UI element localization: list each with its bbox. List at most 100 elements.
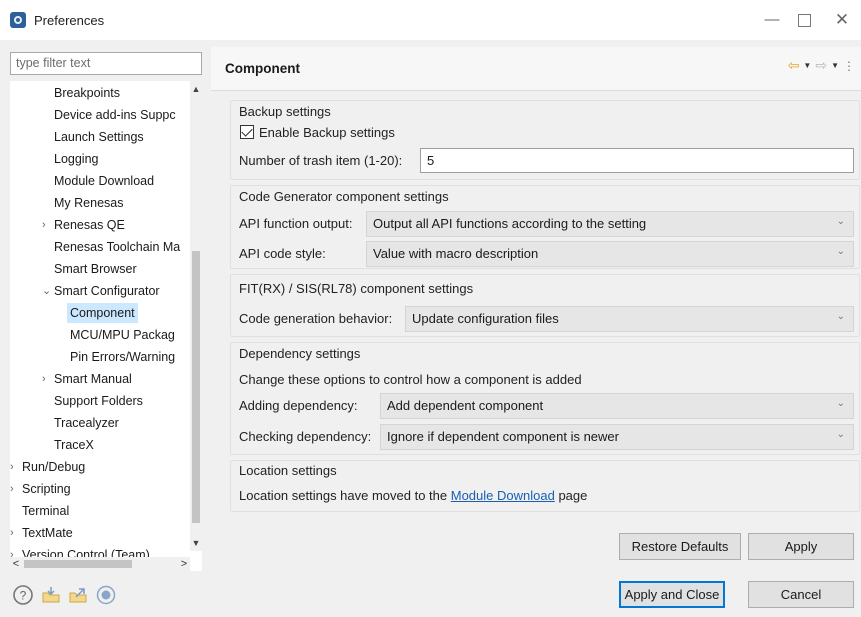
tree-item-label: Renesas QE (54, 218, 125, 232)
tree-item-label: Smart Configurator (54, 284, 160, 298)
svg-text:?: ? (20, 589, 27, 603)
close-button[interactable]: ✕ (834, 11, 850, 28)
trash-item-input[interactable]: 5 (420, 148, 854, 173)
tree-item-my-renesas[interactable]: My Renesas (54, 193, 123, 213)
checking-dependency-label: Checking dependency: (239, 429, 372, 444)
scroll-left-icon[interactable]: < (10, 557, 22, 571)
chevron-down-icon: ⌄ (836, 311, 845, 322)
tree-item-label: TextMate (22, 526, 73, 540)
preferences-navigation-panel: type filter text Breakpoints Device add-… (10, 52, 202, 578)
back-arrow-icon[interactable]: ⇦ (788, 57, 800, 74)
chevron-down-icon: ⌄ (836, 429, 845, 440)
filter-input[interactable]: type filter text (10, 52, 202, 75)
tree-item-mcu-mpu-package[interactable]: MCU/MPU Packag (70, 325, 175, 345)
adding-dependency-value: Add dependent component (387, 398, 544, 413)
tree-item-run-debug[interactable]: › Run/Debug (10, 457, 85, 477)
navigation-controls: ⇦ ▼ ⇨ ▼ ⋮ (788, 57, 855, 74)
tree-item-logging[interactable]: Logging (54, 149, 99, 169)
enable-backup-label[interactable]: Enable Backup settings (259, 125, 395, 140)
checking-dependency-select[interactable]: Ignore if dependent component is newer ⌄ (380, 424, 854, 450)
tree-item-device-add-ins[interactable]: Device add-ins Suppc (54, 105, 176, 125)
code-generator-title: Code Generator component settings (239, 189, 449, 204)
codegen-behavior-value: Update configuration files (412, 311, 559, 326)
tree-horizontal-scrollbar[interactable]: < > (10, 557, 190, 571)
chevron-down-icon: ⌄ (836, 216, 845, 227)
scroll-down-icon[interactable]: ▼ (190, 537, 202, 549)
codegen-behavior-label: Code generation behavior: (239, 311, 393, 326)
tree-item-label: Device add-ins Suppc (54, 108, 176, 122)
forward-dropdown-icon[interactable]: ▼ (831, 61, 839, 70)
tree-item-label: Support Folders (54, 394, 143, 408)
minimize-button[interactable]: — (764, 12, 780, 28)
tree-item-label: Component (70, 306, 135, 320)
export-icon[interactable] (67, 584, 89, 606)
scroll-right-icon[interactable]: > (178, 557, 190, 571)
page-header: Component ⇦ ▼ ⇨ ▼ ⋮ (211, 47, 861, 91)
import-icon[interactable] (40, 584, 62, 606)
location-text-after: page (554, 488, 588, 503)
restore-defaults-button[interactable]: Restore Defaults (619, 533, 741, 560)
api-output-label: API function output: (239, 216, 353, 231)
adding-dependency-select[interactable]: Add dependent component ⌄ (380, 393, 854, 419)
tree-item-renesas-qe[interactable]: › Renesas QE (42, 215, 125, 235)
tree-item-smart-browser[interactable]: Smart Browser (54, 259, 137, 279)
tree-item-label: Smart Manual (54, 372, 132, 386)
expand-arrow-icon[interactable]: › (42, 215, 46, 235)
location-settings-title: Location settings (239, 463, 337, 478)
tree-item-breakpoints[interactable]: Breakpoints (54, 83, 120, 103)
tree-item-renesas-toolchain[interactable]: Renesas Toolchain Ma (54, 237, 180, 257)
tree-item-launch-settings[interactable]: Launch Settings (54, 127, 144, 147)
forward-arrow-icon[interactable]: ⇨ (815, 57, 827, 74)
location-settings-text: Location settings have moved to the Modu… (239, 488, 587, 503)
record-icon[interactable] (95, 584, 117, 606)
cancel-button[interactable]: Cancel (748, 581, 854, 608)
api-style-label: API code style: (239, 246, 326, 261)
codegen-behavior-select[interactable]: Update configuration files ⌄ (405, 306, 854, 332)
tree-item-pin-errors[interactable]: Pin Errors/Warning (70, 347, 175, 367)
apply-and-close-button[interactable]: Apply and Close (619, 581, 725, 608)
tree-item-component[interactable]: Component (67, 303, 138, 323)
preferences-tree: Breakpoints Device add-ins Suppc Launch … (10, 81, 202, 571)
apply-button[interactable]: Apply (748, 533, 854, 560)
expand-arrow-icon[interactable]: › (10, 457, 14, 477)
module-download-link[interactable]: Module Download (451, 488, 555, 503)
expand-arrow-icon[interactable]: › (42, 369, 46, 389)
tree-item-label: Module Download (54, 174, 155, 188)
tree-item-label: Breakpoints (54, 86, 121, 100)
view-menu-icon[interactable]: ⋮ (843, 59, 855, 73)
tree-item-module-download[interactable]: Module Download (54, 171, 154, 191)
maximize-button[interactable] (796, 12, 812, 28)
tree-item-smart-configurator[interactable]: ⌄ Smart Configurator (42, 281, 160, 301)
tree-item-tracex[interactable]: TraceX (54, 435, 94, 455)
tree-vertical-scrollbar[interactable]: ▲ ▼ (190, 81, 202, 551)
api-output-select[interactable]: Output all API functions according to th… (366, 211, 854, 237)
scroll-up-icon[interactable]: ▲ (190, 83, 202, 95)
tree-item-smart-manual[interactable]: › Smart Manual (42, 369, 132, 389)
tree-item-tracealyzer[interactable]: Tracealyzer (54, 413, 119, 433)
location-text-before: Location settings have moved to the (239, 488, 451, 503)
scrollbar-thumb[interactable] (24, 560, 132, 568)
tree-item-terminal[interactable]: Terminal (22, 501, 69, 521)
expand-arrow-icon[interactable]: › (10, 479, 14, 499)
tree-item-scripting[interactable]: › Scripting (10, 479, 71, 499)
api-style-select[interactable]: Value with macro description ⌄ (366, 241, 854, 267)
tree-item-label: Launch Settings (54, 130, 144, 144)
fit-component-title: FIT(RX) / SIS(RL78) component settings (239, 281, 474, 296)
tree-item-label: Terminal (22, 504, 70, 518)
tree-item-textmate[interactable]: › TextMate (10, 523, 73, 543)
scrollbar-thumb[interactable] (192, 251, 200, 523)
collapse-arrow-icon[interactable]: ⌄ (42, 281, 51, 301)
back-dropdown-icon[interactable]: ▼ (803, 61, 811, 70)
enable-backup-checkbox[interactable] (240, 125, 254, 139)
tree-item-label: Renesas Toolchain Ma (54, 240, 181, 254)
dependency-description: Change these options to control how a co… (239, 372, 582, 387)
tree-item-label: TraceX (54, 438, 94, 452)
dialog-button-bar: ? Apply and Close Cancel (0, 574, 861, 617)
tree-item-label: Pin Errors/Warning (70, 350, 176, 364)
page-title: Component (225, 61, 300, 76)
expand-arrow-icon[interactable]: › (10, 523, 14, 543)
tree-item-support-folders[interactable]: Support Folders (54, 391, 143, 411)
help-icon[interactable]: ? (12, 584, 34, 606)
preferences-app-icon (10, 12, 26, 28)
api-style-value: Value with macro description (373, 246, 539, 261)
